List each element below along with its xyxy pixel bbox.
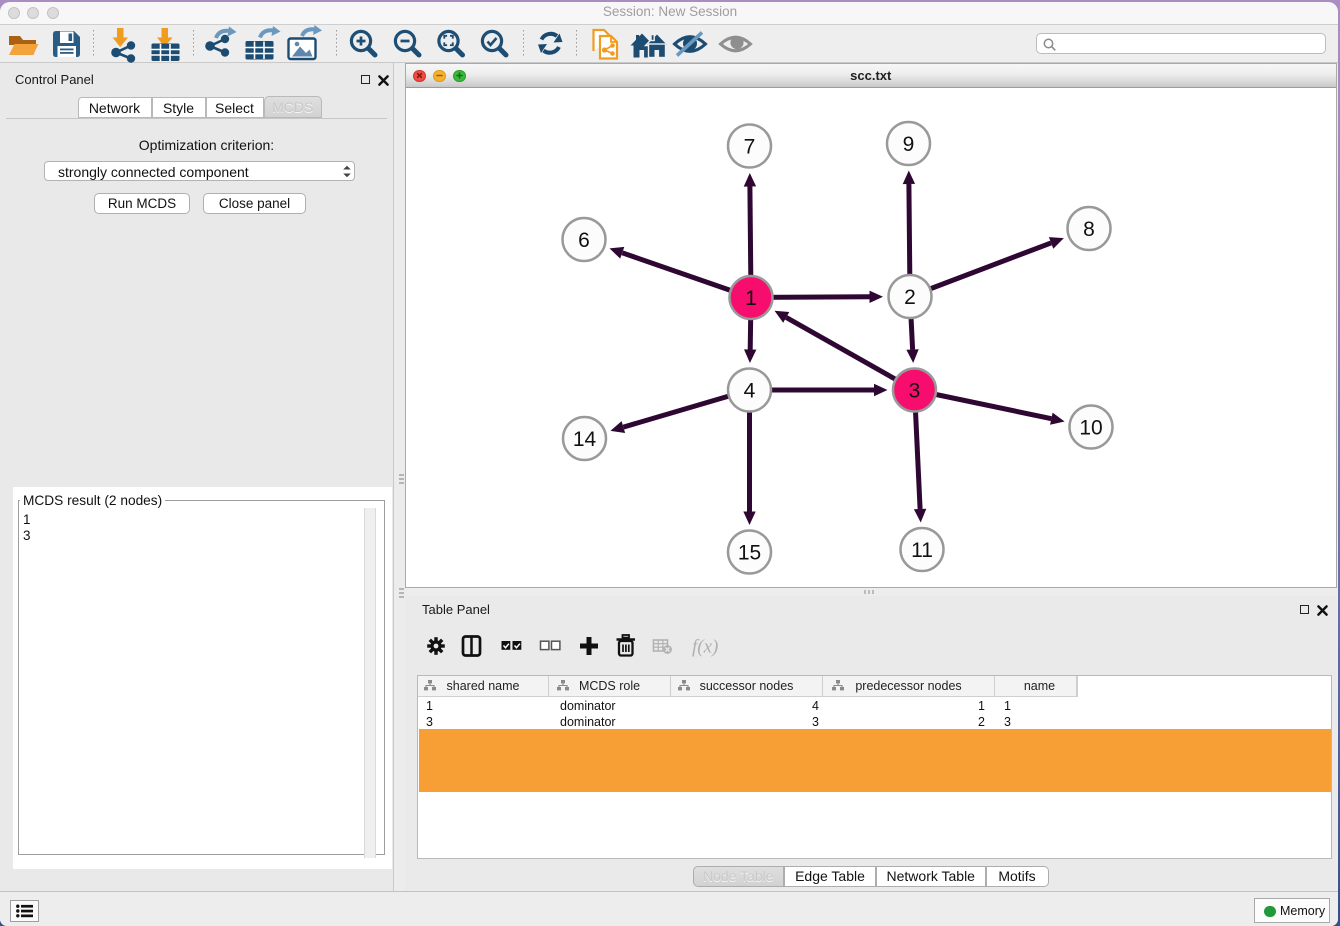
- svg-text:9: 9: [903, 133, 915, 156]
- svg-text:6: 6: [578, 229, 590, 252]
- svg-text:14: 14: [573, 428, 597, 451]
- svg-text:7: 7: [744, 136, 756, 159]
- svg-text:11: 11: [911, 539, 933, 562]
- svg-text:15: 15: [738, 542, 761, 565]
- svg-text:3: 3: [909, 380, 921, 403]
- svg-text:8: 8: [1083, 218, 1095, 241]
- svg-text:f(x): f(x): [692, 637, 718, 658]
- svg-text:4: 4: [744, 380, 756, 403]
- svg-text:2: 2: [904, 286, 916, 309]
- svg-text:10: 10: [1079, 417, 1102, 440]
- svg-text:1: 1: [745, 287, 757, 310]
